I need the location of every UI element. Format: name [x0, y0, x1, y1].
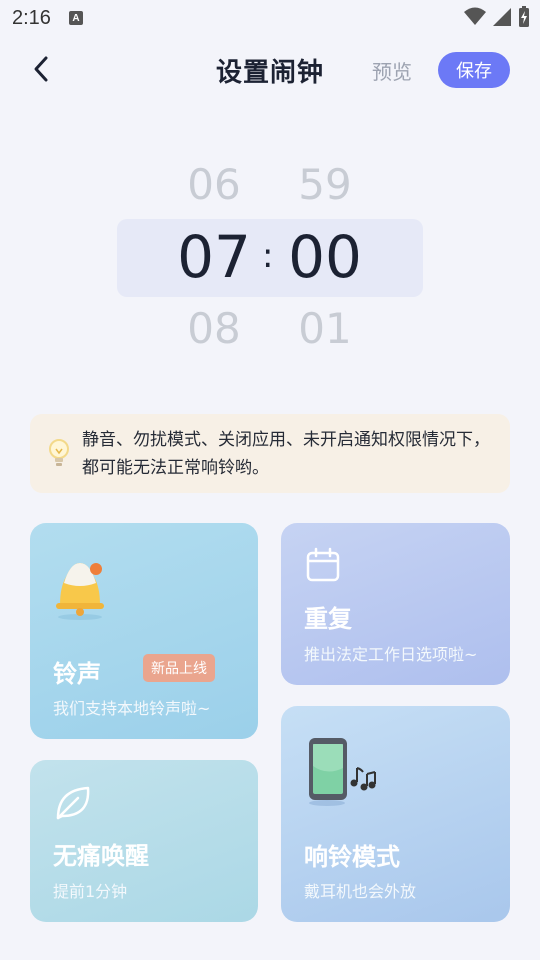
ringtone-title: 铃声	[53, 660, 101, 688]
gentle-wake-title: 无痛唤醒	[53, 842, 149, 870]
notice-banner: 静音、勿扰模式、关闭应用、未开启通知权限情况下，都可能无法正常响铃哟。	[30, 414, 510, 493]
hour-selected[interactable]: 07	[159, 223, 269, 291]
ringtone-card[interactable]: 铃声 新品上线 我们支持本地铃声啦~	[30, 523, 258, 739]
ring-mode-card[interactable]: 响铃模式 戴耳机也会外放	[281, 706, 510, 922]
repeat-card[interactable]: 重复 推出法定工作日选项啦~	[281, 523, 510, 685]
signal-icon	[493, 8, 511, 26]
minute-next[interactable]: 01	[270, 304, 380, 353]
status-icons	[464, 6, 530, 28]
save-button[interactable]: 保存	[438, 52, 510, 88]
preview-button[interactable]: 预览	[372, 56, 412, 85]
status-time: 2:16	[12, 6, 51, 29]
ring-mode-title: 响铃模式	[304, 843, 400, 871]
calendar-icon	[306, 547, 340, 582]
gentle-wake-subtitle: 提前1分钟	[53, 882, 128, 901]
header: 设置闹钟 预览 保存	[0, 40, 540, 100]
hour-prev[interactable]: 06	[159, 160, 269, 209]
new-badge: 新品上线	[143, 654, 215, 682]
phone-music-icon	[309, 738, 376, 806]
repeat-title: 重复	[304, 605, 352, 633]
leaf-icon	[56, 786, 90, 820]
minute-selected[interactable]: 00	[270, 223, 380, 291]
battery-icon	[519, 6, 529, 27]
gentle-wake-card[interactable]: 无痛唤醒 提前1分钟	[30, 760, 258, 922]
minute-prev[interactable]: 59	[270, 160, 380, 209]
notice-text: 静音、勿扰模式、关闭应用、未开启通知权限情况下，都可能无法正常响铃哟。	[82, 430, 490, 478]
wifi-icon	[464, 7, 486, 25]
hour-next[interactable]: 08	[159, 304, 269, 353]
ringtone-subtitle: 我们支持本地铃声啦~	[53, 699, 211, 718]
notification-icon: A	[68, 11, 83, 25]
repeat-subtitle: 推出法定工作日选项啦~	[304, 645, 478, 664]
lightbulb-icon	[49, 439, 69, 466]
bell-icon	[56, 563, 104, 620]
ring-mode-subtitle: 戴耳机也会外放	[304, 882, 417, 901]
status-bar: 2:16 A	[0, 0, 540, 36]
time-picker[interactable]: 06 07 08 : 59 00 01	[0, 150, 540, 370]
